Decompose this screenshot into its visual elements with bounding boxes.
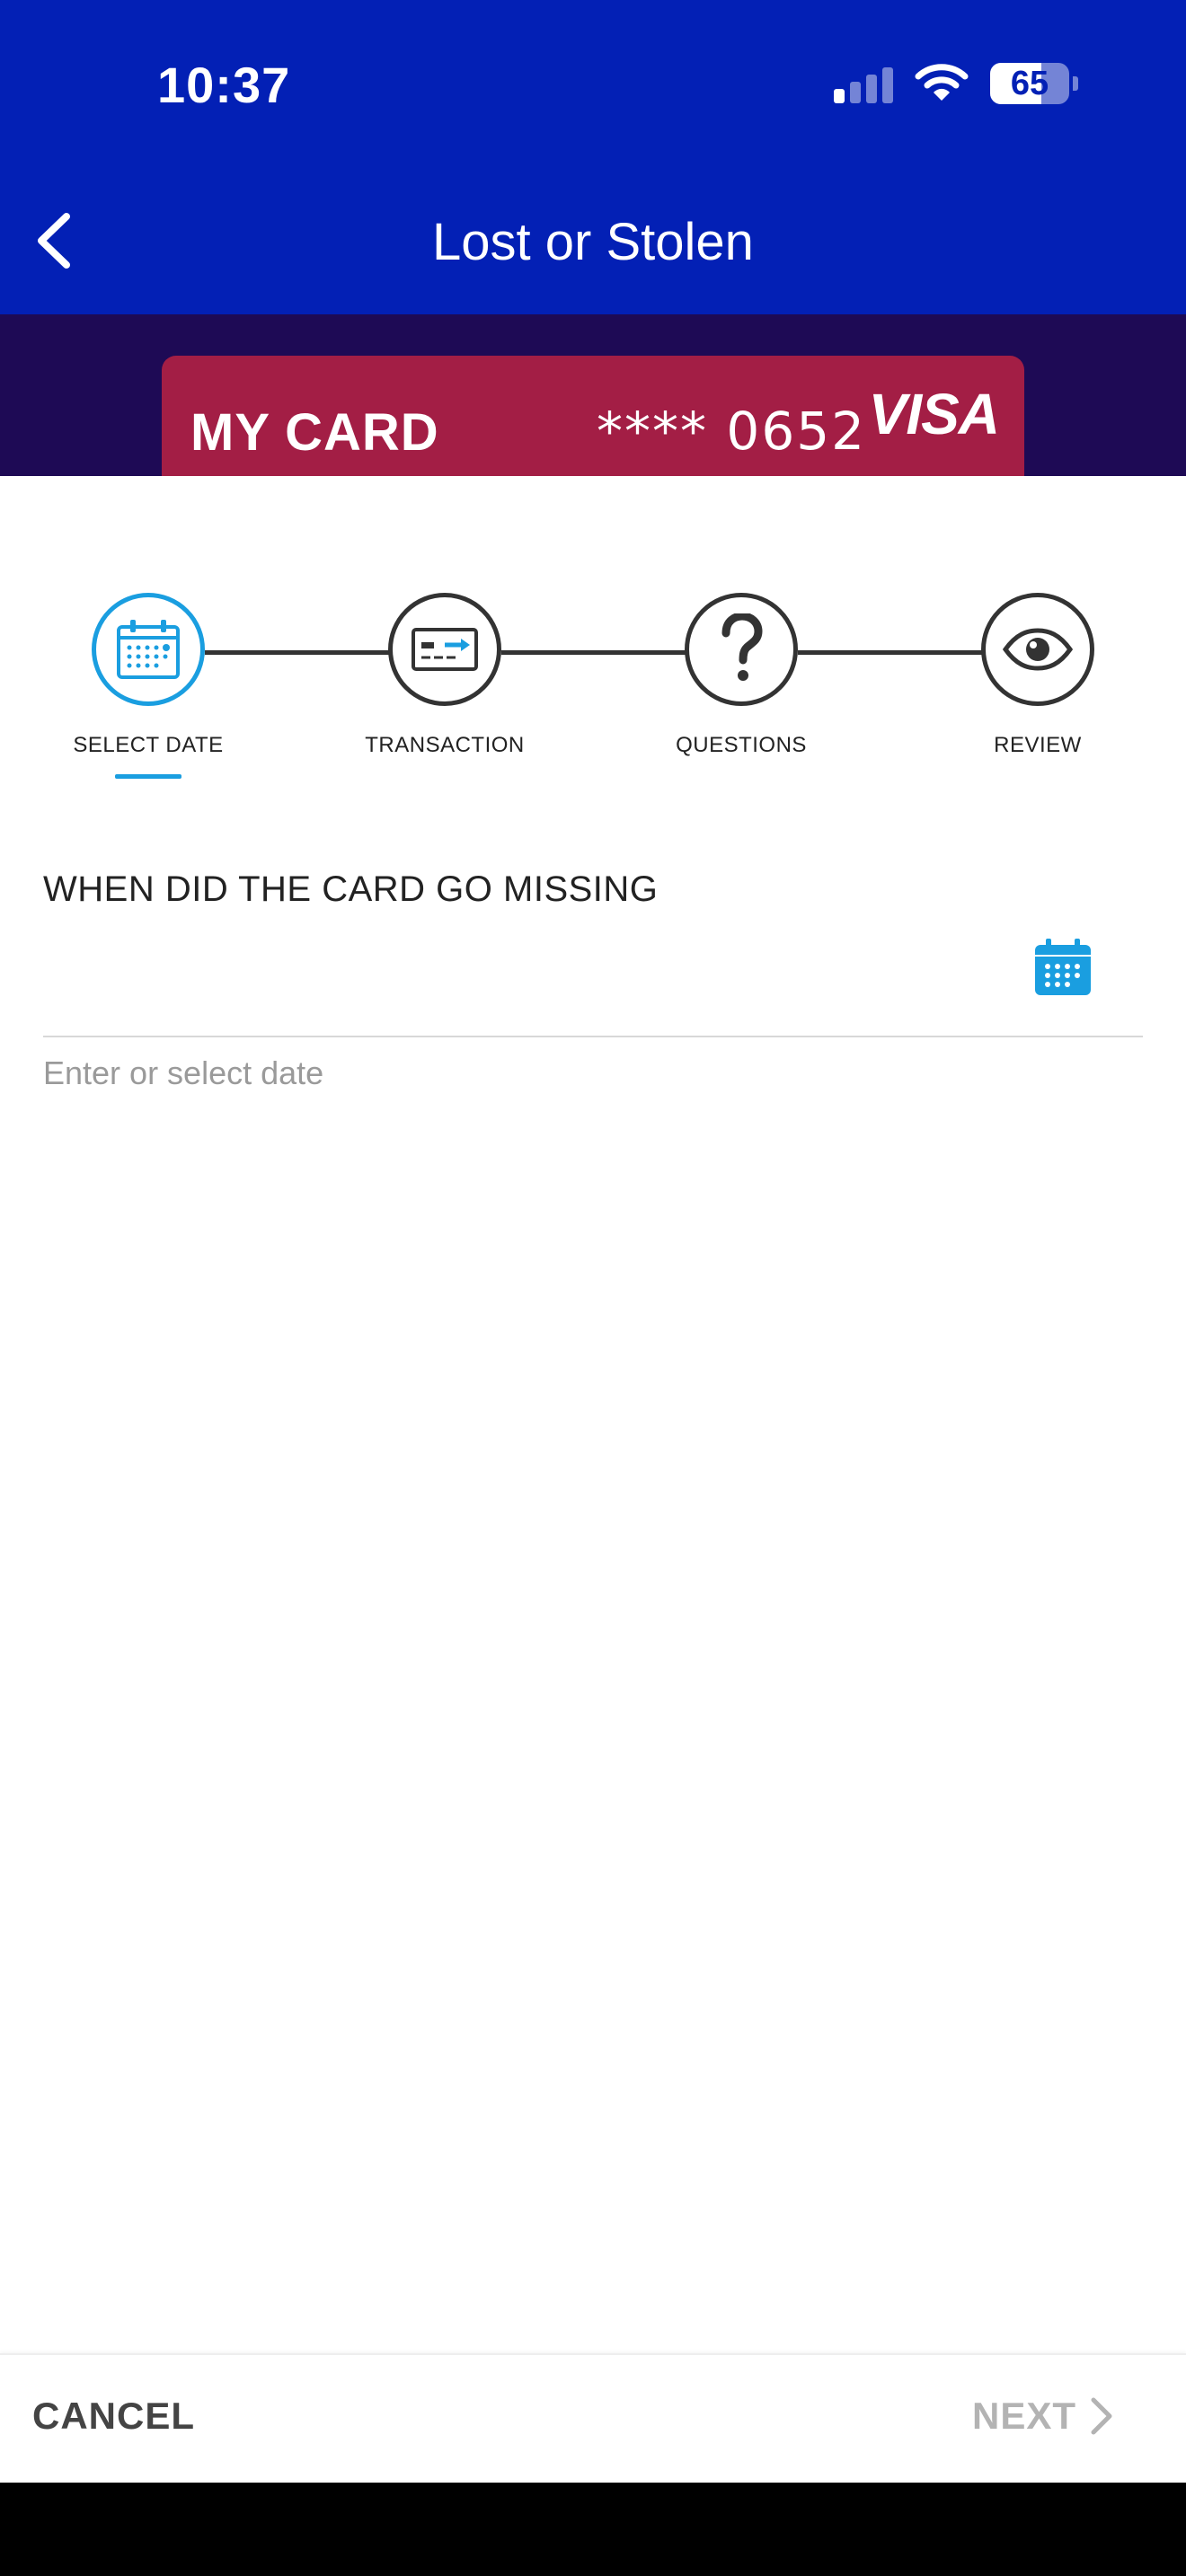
step-label: REVIEW bbox=[994, 733, 1082, 757]
step-select-date[interactable]: SELECT DATE bbox=[13, 593, 283, 779]
calendar-icon bbox=[117, 620, 180, 679]
date-input[interactable] bbox=[43, 934, 1022, 1033]
card-band: MY CARD **** 0652 VISA bbox=[0, 314, 1186, 476]
question-icon bbox=[721, 613, 763, 681]
step-circle bbox=[685, 593, 798, 706]
card-name: MY CARD bbox=[190, 403, 439, 462]
step-label: SELECT DATE bbox=[73, 733, 224, 757]
calendar-icon bbox=[1035, 939, 1091, 995]
wifi-icon bbox=[915, 64, 969, 101]
battery-percent: 65 bbox=[1010, 64, 1049, 102]
visa-logo: VISA bbox=[868, 382, 1000, 446]
status-time: 10:37 bbox=[157, 57, 291, 113]
card-number: **** 0652 bbox=[597, 401, 867, 462]
signal-icon bbox=[834, 64, 893, 103]
home-indicator-area bbox=[0, 2483, 1186, 2576]
progress-stepper: SELECT DATE TRANSACTION QUESTIONS REVIEW bbox=[0, 593, 1186, 790]
next-label: NEXT bbox=[971, 2395, 1076, 2437]
step-label: QUESTIONS bbox=[676, 733, 807, 757]
date-field-label: WHEN DID THE CARD GO MISSING bbox=[43, 869, 659, 909]
date-field-helper: Enter or select date bbox=[43, 1054, 324, 1091]
step-transaction[interactable]: TRANSACTION bbox=[310, 593, 580, 758]
status-icons: 65 bbox=[834, 63, 1078, 104]
step-review[interactable]: REVIEW bbox=[903, 593, 1173, 758]
field-underline bbox=[43, 1036, 1143, 1037]
eye-icon bbox=[1002, 628, 1074, 671]
cancel-button[interactable]: CANCEL bbox=[32, 2395, 195, 2438]
calendar-button[interactable] bbox=[1033, 938, 1093, 997]
bottom-action-bar: CANCEL NEXT bbox=[0, 2353, 1186, 2483]
battery-icon: 65 bbox=[990, 63, 1069, 104]
credit-card-icon bbox=[412, 628, 478, 671]
step-circle bbox=[388, 593, 501, 706]
step-circle bbox=[981, 593, 1094, 706]
step-circle bbox=[92, 593, 205, 706]
step-questions[interactable]: QUESTIONS bbox=[606, 593, 876, 758]
next-button[interactable]: NEXT bbox=[972, 2395, 1114, 2438]
step-label: TRANSACTION bbox=[365, 733, 525, 757]
battery-nub bbox=[1073, 76, 1078, 91]
card-preview: MY CARD **** 0652 VISA bbox=[162, 356, 1024, 476]
page-title: Lost or Stolen bbox=[432, 213, 754, 271]
active-step-indicator bbox=[115, 774, 181, 779]
chevron-right-icon bbox=[1091, 2397, 1112, 2435]
